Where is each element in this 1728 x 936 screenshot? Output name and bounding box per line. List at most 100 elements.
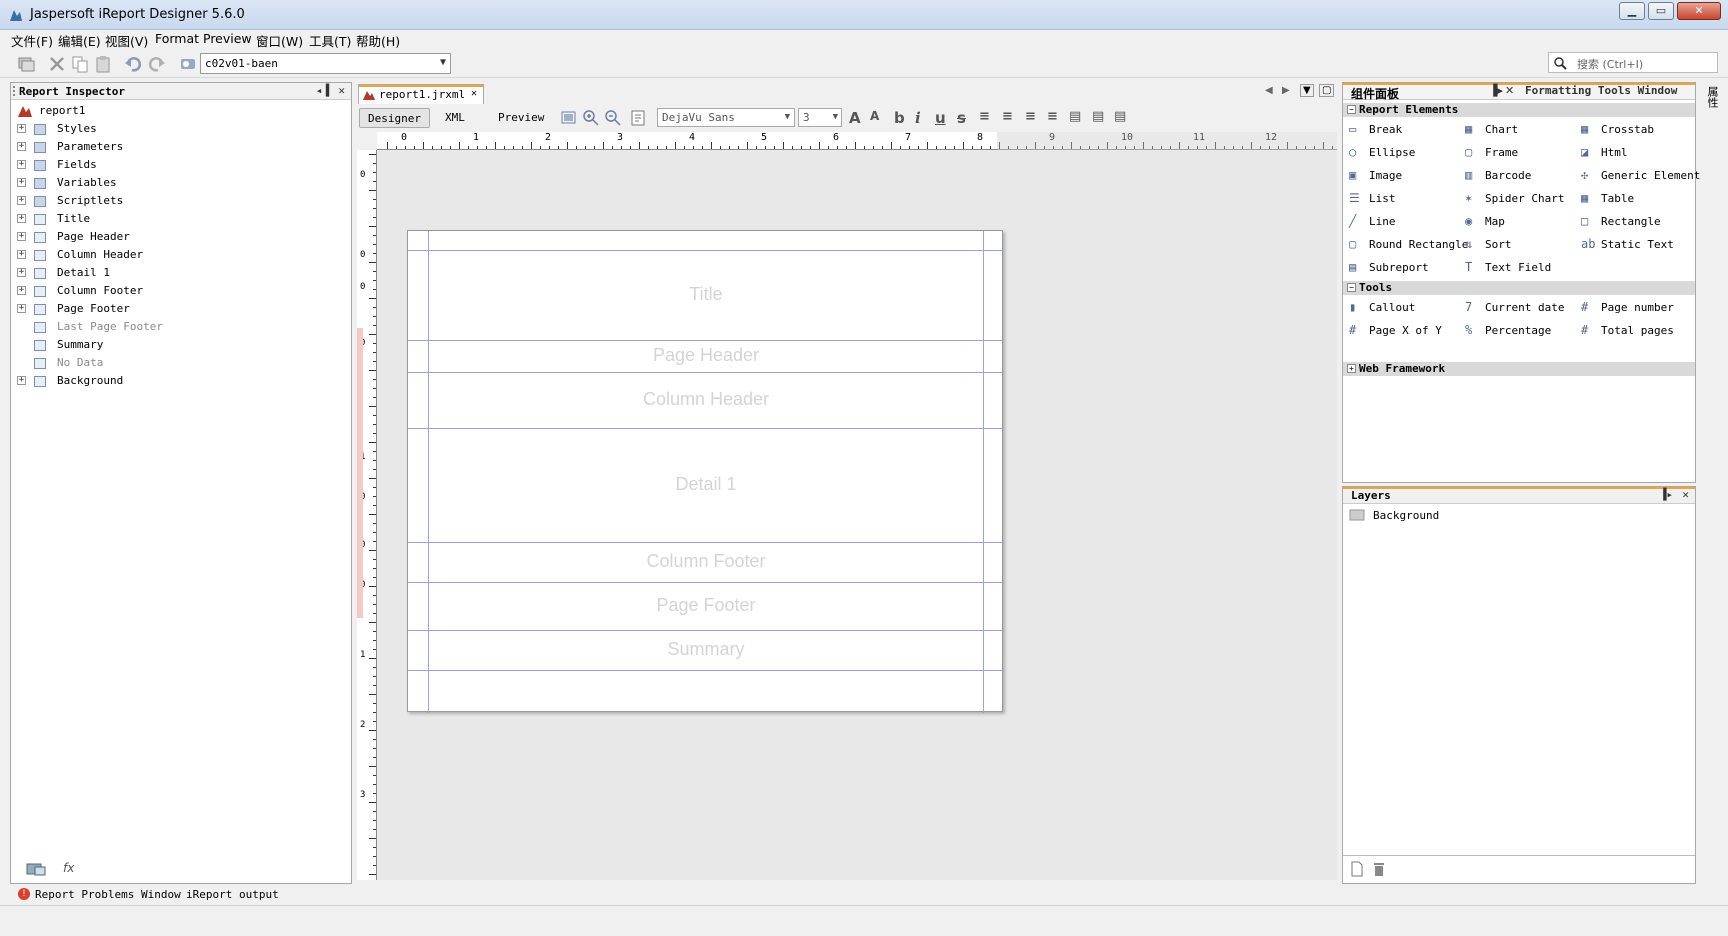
palette-item-round-rectangle[interactable]: ▢ Round Rectangle: [1349, 236, 1468, 254]
section-report-elements[interactable]: − Report Elements: [1343, 103, 1695, 117]
expand-icon[interactable]: +: [17, 160, 26, 169]
close-panel-icon[interactable]: ✕: [1682, 488, 1689, 501]
palette-item-total-pages[interactable]: # Total pages: [1581, 322, 1693, 340]
palette-item-rectangle[interactable]: □ Rectangle: [1581, 213, 1693, 231]
close-button[interactable]: ✕: [1677, 2, 1721, 20]
align-left-icon[interactable]: ≡: [979, 109, 990, 124]
palette-item-page-x-of-y[interactable]: # Page X of Y: [1349, 322, 1461, 340]
datasource-select[interactable]: c02v01-baen ▼: [200, 53, 451, 74]
tree-item-detail-1[interactable]: + Detail 1: [17, 265, 317, 283]
palette-item-frame[interactable]: ▢ Frame: [1465, 144, 1577, 162]
expand-icon[interactable]: +: [17, 124, 26, 133]
scroll-left-icon[interactable]: ◀: [1265, 85, 1273, 96]
decrease-font-icon[interactable]: A: [870, 109, 879, 123]
band-page-footer[interactable]: Page Footer: [408, 583, 1004, 631]
section-web-framework[interactable]: + Web Framework: [1343, 362, 1695, 376]
italic-icon[interactable]: i: [915, 109, 921, 127]
tree-item-no-data[interactable]: No Data: [17, 355, 317, 373]
delete-layer-icon[interactable]: [1371, 861, 1387, 877]
datasource-icon[interactable]: [178, 54, 198, 74]
expand-icon[interactable]: +: [17, 232, 26, 241]
undo-icon[interactable]: [123, 54, 143, 74]
zoom-out-icon[interactable]: [604, 109, 622, 127]
increase-font-icon[interactable]: A: [849, 109, 861, 127]
close-panel-icon[interactable]: ✕: [338, 84, 345, 97]
tab-ireport-output[interactable]: iReport output: [186, 888, 279, 901]
band-column-footer[interactable]: Column Footer: [408, 543, 1004, 583]
tree-item-fields[interactable]: + Fields: [17, 157, 317, 175]
tab-report1[interactable]: report1.jrxml ✕: [358, 84, 484, 104]
tab-list-icon[interactable]: ▼: [1300, 84, 1314, 97]
element-properties-icon[interactable]: [629, 109, 647, 127]
palette-item-subreport[interactable]: ▤ Subreport: [1349, 259, 1461, 277]
tree-item-last-page-footer[interactable]: Last Page Footer: [17, 319, 317, 337]
tree-root[interactable]: report1: [17, 103, 317, 121]
tree-item-styles[interactable]: + Styles: [17, 121, 317, 139]
design-canvas[interactable]: Title Page Header Column Header Detail 1 Col…: [377, 150, 1337, 880]
font-family-select[interactable]: DejaVu Sans ▼: [657, 108, 795, 127]
palette-item-barcode[interactable]: ▥ Barcode: [1465, 167, 1577, 185]
underline-icon[interactable]: u: [935, 109, 946, 127]
align-center-icon[interactable]: ≡: [1025, 109, 1036, 124]
zoom-in-icon[interactable]: [582, 109, 600, 127]
menu-file[interactable]: 文件(F): [11, 31, 53, 50]
tab-designer[interactable]: Designer: [359, 108, 430, 128]
maximize-button[interactable]: ▭: [1648, 2, 1674, 20]
expand-icon[interactable]: +: [17, 268, 26, 277]
tree-item-column-header[interactable]: + Column Header: [17, 247, 317, 265]
tree-item-parameters[interactable]: + Parameters: [17, 139, 317, 157]
palette-item-break[interactable]: ▭ Break: [1349, 121, 1461, 139]
palette-item-callout[interactable]: ▮ Callout: [1349, 299, 1461, 317]
zoom-fit-icon[interactable]: [560, 109, 578, 127]
expand-icon[interactable]: +: [17, 304, 26, 313]
menu-preview[interactable]: Preview: [203, 31, 252, 46]
scroll-right-icon[interactable]: ▶: [1282, 85, 1290, 96]
tab-formatting-tools[interactable]: Formatting Tools Window: [1525, 84, 1677, 97]
properties-side-tab[interactable]: 属性: [1698, 86, 1720, 136]
minimize-button[interactable]: ▁: [1619, 2, 1645, 20]
minimize-panel-icon[interactable]: ▐▸: [1489, 84, 1503, 97]
palette-item-generic-element[interactable]: ✣ Generic Element: [1581, 167, 1700, 185]
align-right-icon[interactable]: ≡: [1047, 109, 1058, 124]
search-input[interactable]: 搜索 (Ctrl+I): [1548, 52, 1718, 73]
cut-icon[interactable]: [47, 54, 67, 74]
palette-item-image[interactable]: ▣ Image: [1349, 167, 1461, 185]
maximize-editor-icon[interactable]: ▢: [1319, 84, 1335, 97]
dataset-icon[interactable]: [25, 861, 49, 877]
expand-icon[interactable]: +: [17, 376, 26, 385]
tree-item-summary[interactable]: Summary: [17, 337, 317, 355]
new-layer-icon[interactable]: [1349, 861, 1365, 877]
expand-icon[interactable]: +: [17, 286, 26, 295]
close-panel-icon[interactable]: ✕: [1505, 84, 1514, 97]
band-title[interactable]: Title: [408, 251, 1004, 341]
tree-item-page-footer[interactable]: + Page Footer: [17, 301, 317, 319]
font-size-select[interactable]: 3 ▼: [798, 108, 842, 127]
tree-item-column-footer[interactable]: + Column Footer: [17, 283, 317, 301]
palette-item-sort[interactable]: ⇅ Sort: [1465, 236, 1577, 254]
palette-item-crosstab[interactable]: ▦ Crosstab: [1581, 121, 1693, 139]
tab-xml[interactable]: XML: [437, 108, 473, 128]
palette-item-static-text[interactable]: ab Static Text: [1581, 236, 1693, 254]
minimize-panel-icon[interactable]: ▐▸: [1660, 488, 1673, 501]
align-middle-icon[interactable]: ▤: [1092, 109, 1104, 124]
menu-edit[interactable]: 编辑(E): [58, 31, 101, 50]
tab-report-problems[interactable]: Report Problems Window: [35, 888, 181, 901]
tree-item-scriptlets[interactable]: + Scriptlets: [17, 193, 317, 211]
palette-item-page-number[interactable]: # Page number: [1581, 299, 1693, 317]
tree-item-title[interactable]: + Title: [17, 211, 317, 229]
align-justify-icon[interactable]: ≡: [1002, 109, 1013, 124]
palette-item-spider-chart[interactable]: ✶ Spider Chart: [1465, 190, 1577, 208]
palette-item-html[interactable]: ◪ Html: [1581, 144, 1693, 162]
palette-item-table[interactable]: ▦ Table: [1581, 190, 1693, 208]
band-column-header[interactable]: Column Header: [408, 373, 1004, 429]
expand-icon[interactable]: +: [17, 250, 26, 259]
palette-item-text-field[interactable]: T Text Field: [1465, 259, 1577, 277]
menu-view[interactable]: 视图(V): [105, 31, 148, 50]
menu-window[interactable]: 窗口(W): [256, 31, 303, 50]
expand-icon[interactable]: +: [17, 214, 26, 223]
copy-icon[interactable]: [70, 54, 90, 74]
expand-icon[interactable]: +: [17, 196, 26, 205]
palette-item-line[interactable]: ╱ Line: [1349, 213, 1461, 231]
palette-item-list[interactable]: ☰ List: [1349, 190, 1461, 208]
palette-title[interactable]: 组件面板: [1351, 87, 1399, 101]
